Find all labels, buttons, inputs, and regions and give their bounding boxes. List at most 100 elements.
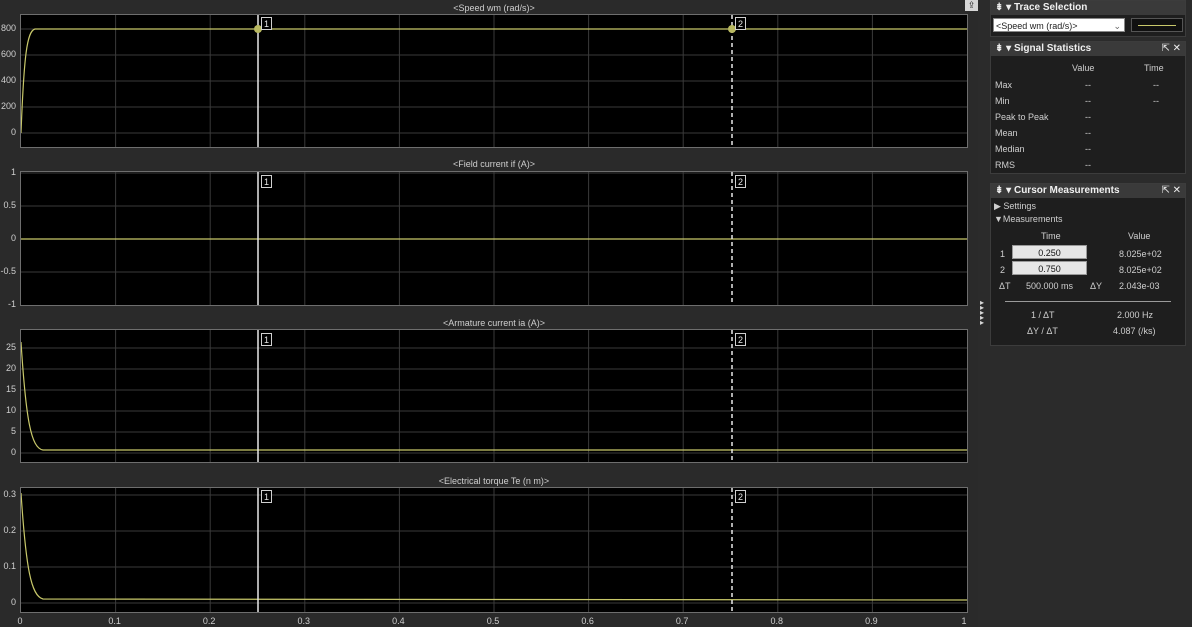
settings-label: Settings: [1003, 201, 1036, 211]
measurements-toggle[interactable]: ▼Measurements: [994, 214, 1062, 224]
stat-value: --: [1085, 160, 1091, 170]
ytick: 800: [0, 23, 16, 33]
measurements-label: Measurements: [1002, 214, 1063, 224]
xtick: 0.7: [675, 616, 689, 626]
stat-label: RMS: [995, 160, 1015, 170]
delta-t-value: 500.000 ms: [1026, 281, 1074, 291]
panel-menu-icon[interactable]: ⇟ ▾: [995, 43, 1014, 54]
delta-y-value: 2.043e-03: [1119, 281, 1160, 291]
ytick: 5: [10, 426, 16, 436]
plot-title-speed: <Speed wm (rad/s)>: [453, 3, 535, 13]
undock-icon[interactable]: ⇪: [965, 0, 978, 11]
settings-toggle[interactable]: ▶ Settings: [994, 201, 1036, 212]
ytick: 0: [10, 447, 16, 457]
trace-line-style-swatch[interactable]: [1131, 18, 1183, 32]
slope-value: 4.087 (/ks): [1113, 326, 1156, 336]
ytick: 0.2: [3, 525, 16, 535]
trace-select-dropdown[interactable]: <Speed wm (rad/s)> ⌄: [993, 18, 1125, 32]
cursor-1-label[interactable]: 1: [261, 333, 272, 346]
cursor-2-label[interactable]: 2: [735, 175, 746, 188]
ytick: 400: [0, 75, 16, 85]
xtick: 0.5: [486, 616, 500, 626]
xtick: 0.6: [581, 616, 594, 626]
plot-axes-armature-current[interactable]: 1 2: [20, 329, 968, 463]
armature-current-grid: [21, 330, 967, 462]
signal-statistics-title: Signal Statistics: [1013, 43, 1092, 54]
trace-selection-header: ⇟ ▾ Trace Selection: [991, 1, 1185, 15]
field-current-grid: [21, 172, 967, 305]
xtick: 0.9: [865, 616, 878, 626]
trace-selection-title: Trace Selection: [1013, 2, 1088, 13]
col-header-time: Time: [1144, 63, 1164, 73]
cursor-2-time-field[interactable]: 0.750: [1012, 261, 1087, 275]
plot-title-electrical-torque: <Electrical torque Te (n m)>: [438, 476, 550, 486]
scope-plot-area: <Speed wm (rad/s)> 1 2 800 600 400 200 0: [0, 0, 978, 627]
ytick: 0: [10, 233, 16, 243]
cursor-1-value: 8.025e+02: [1119, 249, 1162, 259]
delta-t-label: ΔT: [999, 281, 1011, 291]
ytick: 0.1: [3, 561, 16, 571]
cursor-1-id: 1: [1000, 249, 1006, 259]
ytick: -0.5: [0, 266, 16, 276]
slope-label: ΔY / ΔT: [1027, 326, 1058, 336]
plot-axes-field-current[interactable]: 1 2: [20, 171, 968, 306]
ytick: 15: [5, 384, 16, 394]
cursor-2-label[interactable]: 2: [735, 490, 746, 503]
cursor-2-label[interactable]: 2: [735, 333, 746, 346]
cursor-2-label[interactable]: 2: [735, 17, 746, 30]
col-header-value: Value: [1072, 63, 1095, 73]
ytick: 200: [0, 101, 16, 111]
stat-value: --: [1085, 128, 1091, 138]
cursor-measurements-panel: ⇟ ▾ Cursor Measurements ⇱ ✕ ▶ Settings ▼…: [990, 183, 1186, 346]
electrical-torque-grid: [21, 488, 967, 612]
xtick: 0.2: [202, 616, 216, 626]
xtick: 0.1: [108, 616, 121, 626]
ytick: -1: [7, 299, 16, 309]
undock-close-icon[interactable]: ⇱ ✕: [1161, 42, 1181, 56]
cursor-2-value: 8.025e+02: [1119, 265, 1162, 275]
stat-label: Median: [995, 144, 1025, 154]
stat-label: Mean: [995, 128, 1018, 138]
plot-title-armature-current: <Armature current ia (A)>: [442, 318, 546, 328]
trace-select-value: <Speed wm (rad/s)>: [996, 21, 1078, 31]
panel-menu-icon[interactable]: ⇟ ▾: [995, 185, 1014, 196]
col-header-value: Value: [1128, 231, 1151, 241]
signal-statistics-header: ⇟ ▾ Signal Statistics ⇱ ✕: [991, 42, 1185, 56]
xtick: 0.3: [297, 616, 311, 626]
signal-statistics-panel: ⇟ ▾ Signal Statistics ⇱ ✕ Value Time Max…: [990, 41, 1186, 174]
stat-label: Peak to Peak: [995, 112, 1049, 122]
cursor-1-label[interactable]: 1: [261, 490, 272, 503]
speed-grid: [21, 15, 967, 147]
plot-axes-speed[interactable]: 1 2: [20, 14, 968, 148]
delta-y-label: ΔY: [1090, 281, 1103, 291]
cursor-1-label[interactable]: 1: [261, 175, 272, 188]
stat-time: --: [1153, 96, 1159, 106]
stat-value: --: [1085, 112, 1091, 122]
ytick: 1: [10, 167, 16, 177]
cursor-1-time-field[interactable]: 0.250: [1012, 245, 1087, 259]
stat-time: --: [1153, 80, 1159, 90]
cursor-measurements-header: ⇟ ▾ Cursor Measurements ⇱ ✕: [991, 184, 1185, 198]
ytick: 10: [5, 405, 16, 415]
xtick: 0.4: [392, 616, 405, 626]
plot-title-field-current: <Field current if (A)>: [452, 159, 536, 169]
ytick: 600: [0, 49, 16, 59]
divider: [1005, 301, 1171, 302]
trace-selection-panel: ⇟ ▾ Trace Selection <Speed wm (rad/s)> ⌄: [990, 0, 1186, 37]
panel-menu-icon[interactable]: ⇟ ▾: [995, 2, 1014, 13]
ytick: 0: [10, 597, 16, 607]
stat-label: Min: [995, 96, 1010, 106]
ytick: 20: [5, 363, 16, 373]
chevron-down-icon: ⌄: [1113, 21, 1121, 31]
cursor-measurements-title: Cursor Measurements: [1013, 185, 1120, 196]
plot-axes-electrical-torque[interactable]: 1 2: [20, 487, 968, 613]
ytick: 0.3: [3, 489, 16, 499]
stat-label: Max: [995, 80, 1013, 90]
panel-resize-handle-icon[interactable]: ▸ ▸ ▸ ▸ ▸: [978, 299, 986, 330]
ytick: 0.5: [3, 200, 16, 210]
cursor-1-label[interactable]: 1: [261, 17, 272, 30]
xtick: 0.8: [770, 616, 784, 626]
undock-close-icon[interactable]: ⇱ ✕: [1161, 184, 1181, 198]
ytick: 0: [10, 127, 16, 137]
ytick: 25: [5, 342, 16, 352]
